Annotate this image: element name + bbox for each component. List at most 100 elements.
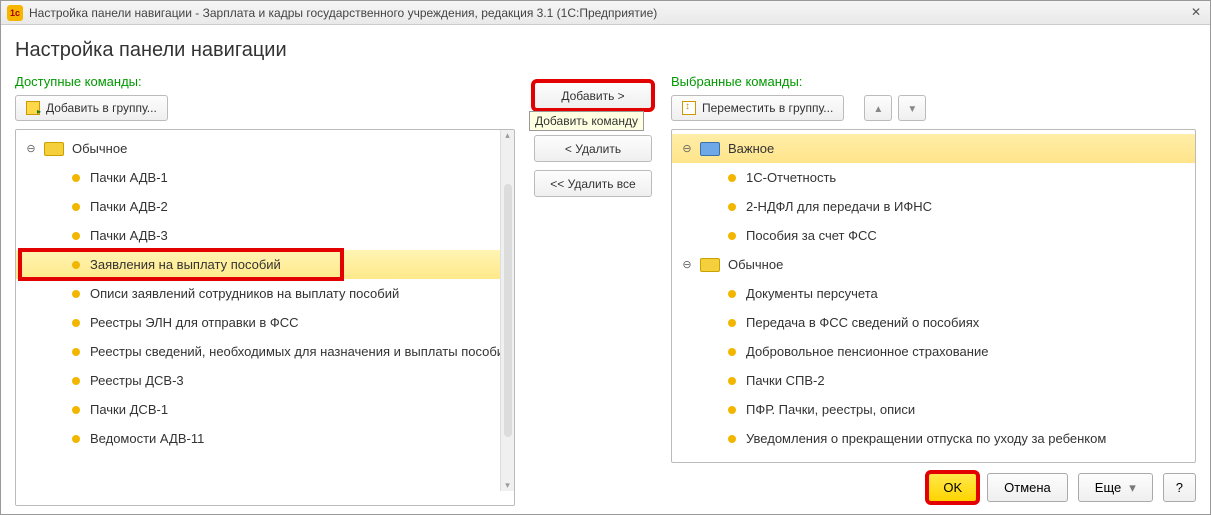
arrow-down-icon	[907, 101, 917, 115]
bullet-icon	[728, 377, 736, 385]
tree-item[interactable]: 2-НДФЛ для передачи в ИФНС	[672, 192, 1195, 221]
tree-item[interactable]: Пачки ДСВ-1	[16, 395, 514, 424]
move-to-group-button[interactable]: Переместить в группу...	[671, 95, 844, 121]
selected-toolbar: Переместить в группу...	[671, 95, 1196, 121]
tree-item[interactable]: Добровольное пенсионное страхование	[672, 337, 1195, 366]
tree-item-label: Документы персучета	[746, 286, 878, 301]
tree-item-label: 1С-Отчетность	[746, 170, 836, 185]
collapse-icon[interactable]: ⊖	[24, 142, 38, 155]
group-label: Обычное	[72, 141, 127, 156]
move-to-group-label: Переместить в группу...	[702, 101, 833, 115]
panel-available: Доступные команды: Добавить в группу... …	[15, 74, 515, 506]
tree-item-label: Пособия за счет ФСС	[746, 228, 877, 243]
bullet-icon	[728, 406, 736, 414]
move-down-button[interactable]	[898, 95, 926, 121]
tree-item[interactable]: Пачки АДВ-2	[16, 192, 514, 221]
tree-item[interactable]: Заявления на выплату пособий	[16, 250, 514, 279]
bullet-icon	[72, 348, 80, 356]
bullet-icon	[72, 290, 80, 298]
bullet-icon	[72, 203, 80, 211]
help-label: ?	[1176, 480, 1183, 495]
bullet-icon	[72, 377, 80, 385]
page-title: Настройка панели навигации	[15, 39, 1196, 62]
close-icon[interactable]: ✕	[1186, 3, 1206, 21]
remove-all-label: << Удалить все	[550, 177, 635, 191]
tree-item-label: Ведомости АДВ-11	[90, 431, 204, 446]
collapse-icon[interactable]: ⊖	[680, 142, 694, 155]
cancel-button[interactable]: Отмена	[987, 473, 1068, 502]
footer: OK Отмена Еще ?	[671, 463, 1196, 506]
tree-item[interactable]: Передача в ФСС сведений о пособиях	[672, 308, 1195, 337]
add-button[interactable]: Добавить > Добавить команду	[534, 82, 652, 109]
tree-group[interactable]: ⊖ Обычное	[672, 250, 1195, 279]
cancel-label: Отмена	[1004, 480, 1051, 495]
folder-icon	[44, 142, 64, 156]
tree-item-label: Уведомления о прекращении отпуска по ухо…	[746, 431, 1106, 446]
ok-button[interactable]: OK	[928, 473, 977, 502]
add-label: Добавить >	[561, 89, 624, 103]
tree-item-label: Добровольное пенсионное страхование	[746, 344, 988, 359]
tree-item[interactable]: ПФР. Пачки, реестры, описи	[672, 395, 1195, 424]
bullet-icon	[728, 290, 736, 298]
tree-item-label: Пачки АДВ-3	[90, 228, 168, 243]
tree-item[interactable]: Описи заявлений сотрудников на выплату п…	[16, 279, 514, 308]
tree-item-label: Заявления на выплату пособий	[90, 257, 281, 272]
move-up-button[interactable]	[864, 95, 892, 121]
bullet-icon	[728, 319, 736, 327]
add-to-group-button[interactable]: Добавить в группу...	[15, 95, 168, 121]
selected-tree[interactable]: ⊖ Важное 1С-Отчетность 2-НДФЛ для передачи …	[671, 129, 1196, 463]
bullet-icon	[72, 232, 80, 240]
tree-item[interactable]: Ведомости АДВ-11	[16, 424, 514, 453]
panel-selected: Выбранные команды: Переместить в группу.…	[671, 74, 1196, 506]
bullet-icon	[72, 319, 80, 327]
tree-item[interactable]: Пачки АДВ-1	[16, 163, 514, 192]
ok-label: OK	[943, 480, 962, 495]
tree-item[interactable]: Пособия за счет ФСС	[672, 221, 1195, 250]
tree-item[interactable]: Уведомления о прекращении отпуска по ухо…	[672, 424, 1195, 453]
more-button[interactable]: Еще	[1078, 473, 1153, 502]
tree-item[interactable]: Пачки СПВ-2	[672, 366, 1195, 395]
tree-item[interactable]: Документы персучета	[672, 279, 1195, 308]
available-tree[interactable]: ⊖ Обычное Пачки АДВ-1 Пачки АДВ-2 Пачки АД…	[15, 129, 515, 506]
add-to-group-label: Добавить в группу...	[46, 101, 157, 115]
selected-label: Выбранные команды:	[671, 74, 1196, 89]
group-label: Важное	[728, 141, 774, 156]
arrow-up-icon	[873, 101, 883, 115]
tree-item-label: Пачки СПВ-2	[746, 373, 825, 388]
remove-all-button[interactable]: << Удалить все	[534, 170, 652, 197]
available-label: Доступные команды:	[15, 74, 515, 89]
folder-add-icon	[26, 101, 40, 115]
folder-icon	[700, 258, 720, 272]
add-tooltip: Добавить команду	[529, 111, 644, 131]
bullet-icon	[72, 435, 80, 443]
tree-item-label: Реестры ДСВ-3	[90, 373, 184, 388]
tree-item-label: ПФР. Пачки, реестры, описи	[746, 402, 915, 417]
tree-item[interactable]: Реестры ДСВ-3	[16, 366, 514, 395]
bullet-icon	[728, 232, 736, 240]
scrollbar-vertical[interactable]: ▴▾	[500, 130, 514, 491]
bullet-icon	[72, 406, 80, 414]
window: 1c Настройка панели навигации - Зарплата…	[0, 0, 1211, 515]
folder-move-icon	[682, 101, 696, 115]
tree-item-label: Пачки АДВ-2	[90, 199, 168, 214]
tree-item-label: Пачки ДСВ-1	[90, 402, 168, 417]
tree-item[interactable]: Пачки АДВ-3	[16, 221, 514, 250]
scrollbar-horizontal[interactable]: ◂▸	[16, 505, 514, 506]
tree-item[interactable]: Реестры ЭЛН для отправки в ФСС	[16, 308, 514, 337]
panels: Доступные команды: Добавить в группу... …	[15, 74, 1196, 506]
group-label: Обычное	[728, 257, 783, 272]
bullet-icon	[72, 261, 80, 269]
tree-item-label: Описи заявлений сотрудников на выплату п…	[90, 286, 399, 301]
tree-item[interactable]: 1С-Отчетность	[672, 163, 1195, 192]
tree-item-label: Реестры ЭЛН для отправки в ФСС	[90, 315, 299, 330]
collapse-icon[interactable]: ⊖	[680, 258, 694, 271]
tree-item[interactable]: Реестры сведений, необходимых для назнач…	[16, 337, 514, 366]
remove-button[interactable]: < Удалить	[534, 135, 652, 162]
more-label: Еще	[1095, 480, 1121, 495]
folder-icon	[700, 142, 720, 156]
titlebar: 1c Настройка панели навигации - Зарплата…	[1, 1, 1210, 25]
tree-item-label: Реестры сведений, необходимых для назнач…	[90, 344, 511, 359]
help-button[interactable]: ?	[1163, 473, 1196, 502]
tree-group[interactable]: ⊖ Обычное	[16, 134, 514, 163]
tree-group[interactable]: ⊖ Важное	[672, 134, 1195, 163]
